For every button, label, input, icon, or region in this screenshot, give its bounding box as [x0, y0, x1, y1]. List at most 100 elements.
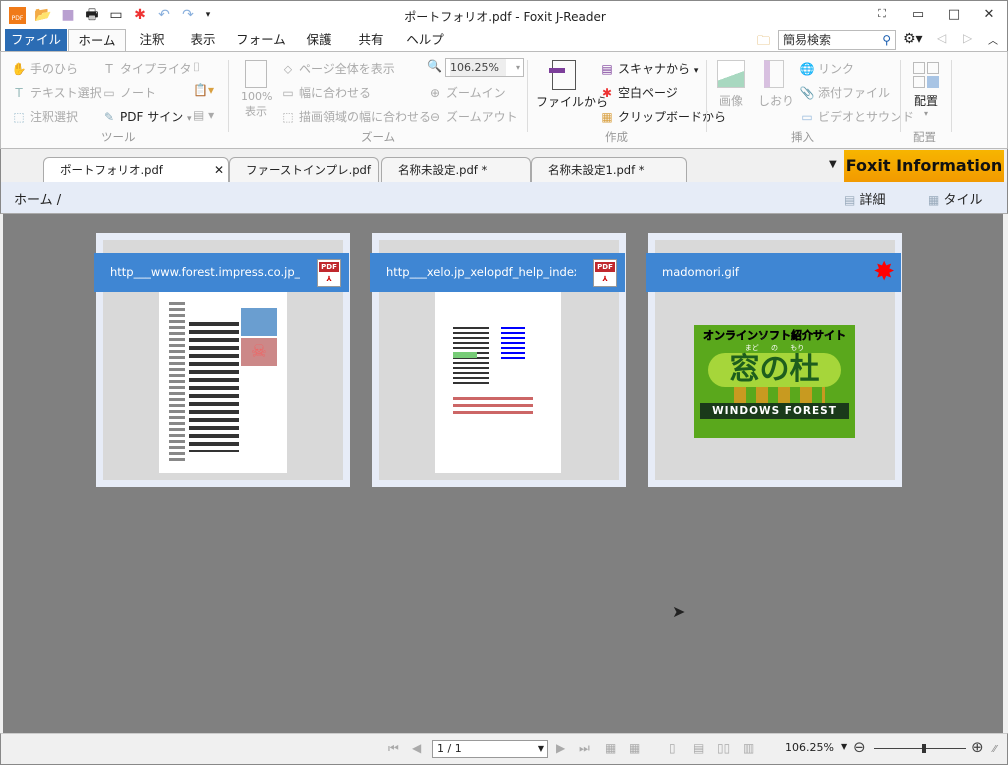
divider	[951, 60, 952, 132]
zoom-group-label: ズーム	[361, 130, 396, 144]
next-icon[interactable]: ▷	[963, 31, 972, 45]
tab-share[interactable]: 共有	[351, 29, 391, 51]
from-scanner-label: スキャナから	[618, 62, 691, 76]
zoom-in-status-icon[interactable]: ⊕	[971, 738, 984, 756]
collapse-ribbon-icon[interactable]: ︿	[988, 32, 998, 47]
continuous-icon[interactable]: ▤	[693, 741, 704, 755]
hand-tool[interactable]: ✋ 手のひら	[11, 60, 79, 77]
tab-form[interactable]: フォーム	[235, 29, 287, 51]
breadcrumb-bar: ホーム / ▤ 詳細 ▦ タイル	[0, 182, 1008, 214]
previous-page-icon[interactable]: ◀	[412, 741, 421, 755]
fit-width-button[interactable]: ▭ 幅に合わせる	[280, 84, 371, 101]
mouse-cursor-icon: ➤	[672, 602, 686, 621]
tab-file[interactable]: ファイル	[5, 29, 67, 51]
minimize-button[interactable]: ▭	[908, 7, 928, 22]
next-view-icon[interactable]: ▦	[629, 741, 640, 755]
tab-protect[interactable]: 保護	[299, 29, 339, 51]
attachment-button[interactable]: 📎 添付ファイル	[799, 84, 891, 101]
file-name: http___xelo.jp_xelopdf_help_index.pd	[386, 265, 576, 279]
previous-icon[interactable]: ◁	[937, 31, 946, 45]
fit-page-label: ページ全体を表示	[299, 62, 395, 76]
zoom-slider[interactable]	[874, 744, 966, 753]
from-scanner-button[interactable]: ▤ スキャナから ▾	[599, 60, 698, 77]
doc-tab-label: 名称未設定1.pdf *	[548, 163, 645, 177]
doc-tab-untitled1[interactable]: 名称未設定1.pdf *	[531, 157, 687, 182]
tab-list-dropdown-icon[interactable]: ▼	[829, 159, 837, 170]
blank-page-button[interactable]: ✱ 空白ページ	[599, 84, 678, 101]
search-icon[interactable]: ⚲	[882, 31, 891, 49]
zoom-slider-handle[interactable]	[922, 744, 927, 753]
banner-top: オンラインソフト紹介サイト	[703, 329, 847, 343]
fit-width-label: 幅に合わせる	[299, 86, 372, 100]
file-card-header: http___www.forest.impress.co.jp_lib_c PDF…	[94, 253, 349, 292]
actual-size-button[interactable]: 100% 表示	[241, 60, 273, 119]
status-zoom-value[interactable]: 106.25%	[785, 741, 834, 754]
note-tool[interactable]: ▭ ノート	[101, 84, 156, 101]
doc-tab-first-impression[interactable]: ファーストインプレ.pdf *	[229, 157, 379, 201]
close-tab-icon[interactable]: ✕	[214, 158, 224, 182]
file-card[interactable]: madomori.gif ✸ オンラインソフト紹介サイト まど の もり 窓の杜 …	[646, 233, 902, 487]
fit-page-button[interactable]: ⬦ ページ全体を表示	[280, 60, 395, 77]
video-sound-button[interactable]: ▭ ビデオとサウンド	[799, 108, 914, 125]
details-view-button[interactable]: ▤ 詳細	[844, 189, 886, 208]
gear-icon[interactable]: ⚙▾	[903, 31, 923, 47]
menu-bar: ファイル ホーム 注釈 表示 フォーム 保護 共有 ヘルプ 🗀 簡易検索 ⚲ ⚙▾…	[0, 29, 1008, 51]
breadcrumb-home[interactable]: ホーム	[14, 193, 53, 208]
fullscreen-icon[interactable]: ⛶	[872, 7, 892, 21]
next-page-icon[interactable]: ▶	[556, 741, 565, 755]
file-card[interactable]: http___www.forest.impress.co.jp_lib_c PDF…	[94, 233, 350, 487]
from-file-button[interactable]: ファイルから	[536, 60, 608, 110]
maximize-button[interactable]: □	[944, 7, 964, 22]
create-group-label: 作成	[605, 130, 628, 144]
text-select-tool[interactable]: T テキスト選択	[11, 84, 101, 101]
blank-page-label: 空白ページ	[618, 86, 678, 100]
previous-view-icon[interactable]: ▦	[605, 741, 616, 755]
breadcrumb: ホーム /	[14, 189, 61, 208]
pdf-sign-label: PDF サイン	[120, 110, 184, 124]
zoom-in-button[interactable]: ⊕ ズームイン	[427, 84, 506, 101]
arrange-button[interactable]: 配置 ▾	[908, 62, 944, 118]
file-card[interactable]: http___xelo.jp_xelopdf_help_index.pd PDF⅄	[370, 233, 626, 487]
single-page-icon[interactable]: ▯	[669, 741, 676, 755]
zoom-out-button[interactable]: ⊖ ズームアウト	[427, 108, 518, 125]
bookmark-button[interactable]: しおり	[758, 60, 794, 109]
divider	[228, 60, 229, 132]
resize-grip-icon[interactable]: ⁄⁄	[993, 744, 996, 755]
blank-page-icon: ✱	[601, 86, 613, 100]
tab-view[interactable]: 表示	[183, 29, 223, 51]
doc-tab-untitled[interactable]: 名称未設定.pdf *	[381, 157, 531, 182]
last-page-icon[interactable]: ⏭	[579, 741, 590, 756]
paste-icon[interactable]: ▤ ▾	[193, 108, 214, 122]
annotation-select-tool[interactable]: ⬚ 注釈選択	[11, 108, 78, 125]
typewriter-tool[interactable]: T タイプライタ	[101, 60, 191, 77]
facing-icon[interactable]: ▯▯	[717, 741, 730, 755]
link-button[interactable]: 🌐 リンク	[799, 60, 855, 77]
page-number-input[interactable]: 1 / 1 ▼	[432, 740, 548, 758]
tools-group-label: ツール	[101, 130, 136, 144]
tab-comment[interactable]: 注釈	[132, 29, 172, 51]
close-button[interactable]: ✕	[979, 7, 999, 22]
paperclip-icon: 📎	[799, 86, 815, 100]
foxit-information-button[interactable]: Foxit Information	[844, 150, 1004, 182]
tile-view-button[interactable]: ▦ タイル	[928, 189, 983, 208]
search-input[interactable]: 簡易検索 ⚲	[778, 30, 896, 50]
first-page-icon[interactable]: ⏮	[388, 741, 399, 756]
search-placeholder: 簡易検索	[783, 33, 832, 47]
snapshot-icon[interactable]: ⌷	[193, 60, 200, 75]
arrange-group-label: 配置	[913, 130, 936, 144]
attachment-label: 添付ファイル	[818, 86, 891, 100]
clipboard-icon[interactable]: 📋▾	[193, 83, 214, 97]
pdf-sign-tool[interactable]: ✎ PDF サイン ▾	[101, 108, 192, 125]
tab-home[interactable]: ホーム	[68, 29, 126, 51]
zoom-dropdown-icon[interactable]: ▼	[841, 742, 847, 751]
zoom-out-status-icon[interactable]: ⊖	[853, 738, 866, 756]
image-button[interactable]: 画像	[715, 60, 747, 109]
actual-size-label: 100% 表示	[241, 90, 273, 118]
doc-tab-portfolio[interactable]: ポートフォリオ.pdf ✕	[43, 157, 229, 182]
continuous-facing-icon[interactable]: ▥	[743, 741, 754, 755]
pdf-file-icon: PDF ⅄	[593, 259, 617, 287]
sign-icon: ✎	[103, 110, 115, 124]
zoom-select[interactable]: 106.25% ▾	[445, 58, 524, 77]
tab-help[interactable]: ヘルプ	[403, 29, 447, 51]
fit-visible-button[interactable]: ⬚ 描画領域の幅に合わせる	[280, 108, 431, 125]
